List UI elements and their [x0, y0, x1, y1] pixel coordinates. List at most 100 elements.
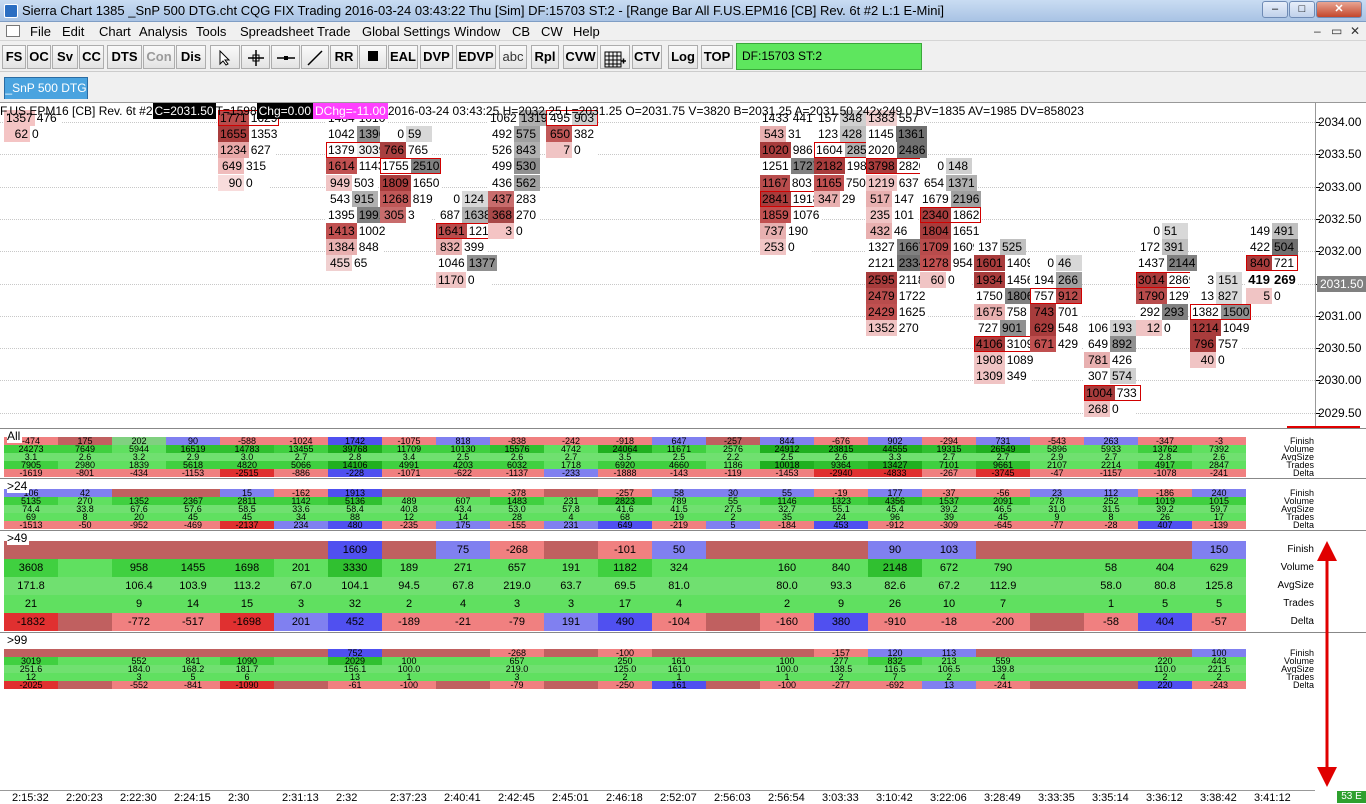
numbers-bars-pane[interactable]: >49 1609 75 -268 -101 50 90 103 150 Finish 3608 958…	[0, 530, 1366, 632]
pane-cell: 58.0	[1084, 577, 1138, 595]
footprint-cell: 1046 1377	[436, 255, 498, 272]
document-icon[interactable]	[6, 25, 20, 37]
time-tick-label: 2:31:13	[282, 792, 319, 804]
dis-button[interactable]: Dis	[176, 45, 206, 69]
pane-cell: 23	[1030, 489, 1084, 497]
pane-cell: 5136	[328, 497, 382, 505]
pane-cell: -886	[274, 469, 328, 477]
oc-button[interactable]: OC	[27, 45, 51, 69]
minimize-button[interactable]: –	[1262, 1, 1288, 18]
abc-button[interactable]: abc	[499, 45, 527, 69]
bid-volume: 1170	[436, 271, 466, 288]
menu-cw[interactable]: CW	[541, 24, 563, 39]
mdi-minimize-button[interactable]: –	[1314, 24, 1321, 38]
footprint-cell: 1790 1297	[1136, 287, 1198, 304]
edvp-button[interactable]: EDVP	[456, 45, 496, 69]
pane-cell: 189	[382, 559, 436, 577]
dvp-button[interactable]: DVP	[420, 45, 453, 69]
crosshair-tool-button[interactable]	[241, 45, 270, 69]
pane-cell: 45	[166, 513, 220, 521]
ask-volume: 758	[1004, 303, 1031, 320]
pane-cell: 271	[436, 559, 490, 577]
ask-volume: 1002	[356, 223, 388, 240]
menu-chart[interactable]: Chart	[99, 24, 131, 39]
menu-global-settings[interactable]: Global Settings	[362, 24, 450, 39]
menu-trade[interactable]: Trade	[317, 24, 350, 39]
maximize-button[interactable]: □	[1289, 1, 1315, 18]
price-gridline	[0, 315, 1315, 317]
fs-button[interactable]: FS	[2, 45, 26, 69]
pane-cell: 32.7	[760, 505, 814, 513]
line-tool-button[interactable]	[301, 45, 329, 69]
menu-cb[interactable]: CB	[512, 24, 530, 39]
rpl-button[interactable]: Rpl	[531, 45, 559, 69]
bid-volume: 1934	[974, 271, 1005, 288]
numbers-bars-pane[interactable]: All -474 175 202 90 -588 -1024 1742 -1075 818 -838…	[0, 428, 1366, 478]
pane-cell	[382, 489, 436, 497]
top-button[interactable]: TOP	[701, 45, 733, 69]
price-axis[interactable]: 2034.00 2033.50 2033.00 2032.50 2032.00 2031.…	[1315, 103, 1366, 428]
rr-button[interactable]: RR	[330, 45, 358, 69]
pane-cell: 9	[112, 595, 166, 613]
pane-cell: 404	[1138, 559, 1192, 577]
stop-button[interactable]	[359, 45, 387, 69]
bid-volume: 1004	[1084, 384, 1115, 401]
bid-volume: 727	[974, 319, 1000, 336]
pane-cell: -28	[1084, 521, 1138, 529]
footprint-cell: 1601 1409	[974, 255, 1036, 272]
pane-cell: 160	[760, 559, 814, 577]
price-tick-mark	[1316, 218, 1320, 220]
ctv-button[interactable]: CTV	[632, 45, 662, 69]
ask-volume: 1500	[1220, 303, 1252, 320]
menu-window[interactable]: Window	[454, 24, 500, 39]
pane-row-label: Volume	[1280, 562, 1314, 573]
numbers-bars-pane[interactable]: >99 752 -268 -100 -157 120 113 100 Finish 3019 552…	[0, 632, 1366, 690]
menu-tools[interactable]: Tools	[196, 24, 226, 39]
numbers-bars-pane[interactable]: >24 106 42 15 -162 1913 -378 -257 58 30 55 -19 177 -3…	[0, 478, 1366, 530]
pane-cell: 14783	[220, 445, 274, 453]
price-tick-label: 2032.00	[1318, 244, 1362, 259]
pane-cell: -241	[976, 681, 1030, 689]
pane-cell: 19315	[922, 445, 976, 453]
pane-cell: -2137	[220, 521, 274, 529]
pointer-tool-button[interactable]	[210, 45, 240, 69]
pane-cell	[706, 681, 760, 689]
ask-volume: 2510	[410, 158, 442, 175]
pane-cell: 116.5	[868, 665, 922, 673]
chart-area[interactable]: F.US.EPM16 [CB] Rev. 6t #2 C=2031.50 T=1…	[0, 103, 1366, 804]
pane-row: 21 9 14 15 3 32 2 4 3 3 17 4 2 9 26 10 7 1 5 5	[4, 595, 1247, 613]
eal-button[interactable]: EAL	[388, 45, 418, 69]
log-button[interactable]: Log	[668, 45, 698, 69]
pane-cell: -277	[814, 681, 868, 689]
grid-tool-button[interactable]	[600, 45, 630, 69]
ask-volume: 0	[1272, 287, 1298, 304]
pane-cell	[1030, 657, 1084, 665]
menu-file[interactable]: File	[30, 24, 51, 39]
footprint-cell: 62 0	[4, 126, 56, 143]
pane-cell	[1084, 541, 1138, 559]
mdi-close-button[interactable]: ✕	[1350, 24, 1360, 38]
cc-button[interactable]: CC	[79, 45, 104, 69]
pane-cell: 731	[976, 437, 1030, 445]
bid-volume: 149	[1246, 223, 1272, 240]
pane-row-label: AvgSize	[1281, 665, 1314, 673]
sv-button[interactable]: Sv	[52, 45, 78, 69]
menu-analysis[interactable]: Analysis	[139, 24, 187, 39]
footprint-cell: 1042 1396	[326, 126, 388, 143]
con-button[interactable]: Con	[143, 45, 175, 69]
menu-edit[interactable]: Edit	[62, 24, 84, 39]
bid-volume: 654	[920, 174, 946, 191]
menu-help[interactable]: Help	[573, 24, 600, 39]
hline-tool-button[interactable]	[271, 45, 300, 69]
footprint-cell: 1352 270	[866, 319, 923, 336]
mdi-restore-button[interactable]: ▭	[1331, 24, 1342, 38]
pane-cell: 26	[868, 595, 922, 613]
ask-volume: 266	[1056, 271, 1082, 288]
pane-row: 69 8 20 45 45 34 88 12 14 28 4 68 19 2 35 24 96 39 45 9 8 26 1…	[4, 513, 1247, 521]
dts-button[interactable]: DTS	[107, 45, 142, 69]
close-button[interactable]: ✕	[1316, 1, 1362, 18]
cvw-button[interactable]: CVW	[563, 45, 598, 69]
menu-spreadsheet[interactable]: Spreadsheet	[240, 24, 314, 39]
tab-snp-500-dtg[interactable]: _SnP 500 DTG	[4, 77, 88, 99]
footprint-cell: 1859 1076	[760, 206, 822, 223]
